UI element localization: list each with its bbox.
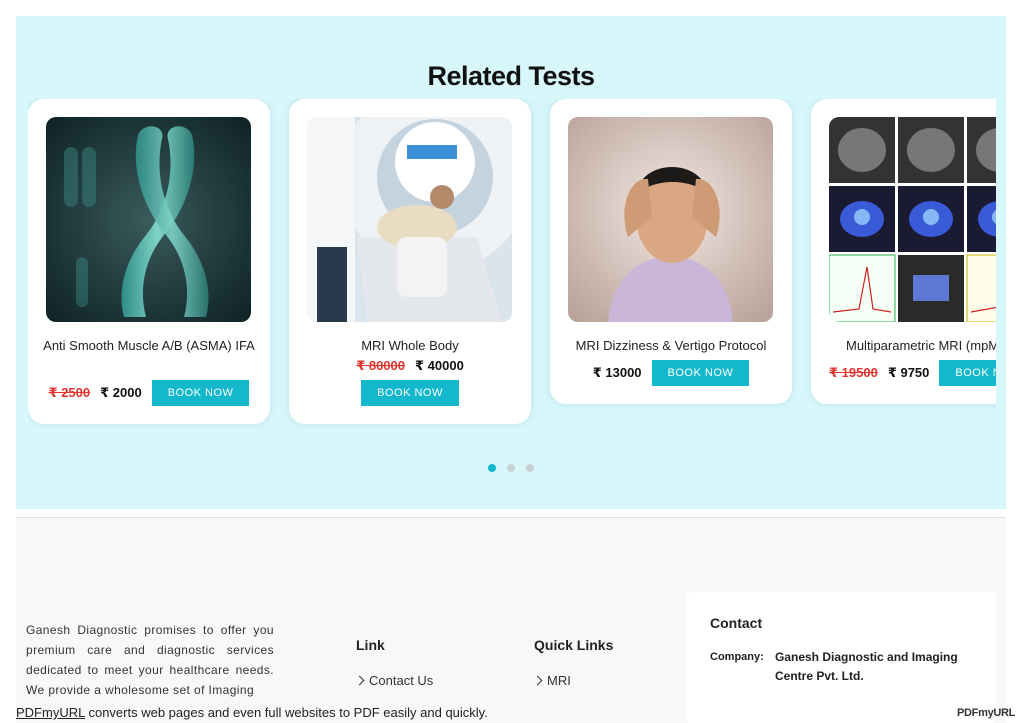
price-row: ₹ 13000 BOOK NOW: [550, 360, 792, 386]
company-name: Ganesh Diagnostic and Imaging Centre Pvt…: [775, 650, 958, 683]
tests-carousel[interactable]: Anti Smooth Muscle A/B (ASMA) IFA ₹ 2500…: [28, 99, 996, 429]
footer-link-contact-us[interactable]: Contact Us: [354, 673, 433, 688]
book-now-button[interactable]: BOOK NOW: [151, 380, 250, 406]
book-now-button[interactable]: BOOK N: [939, 360, 996, 386]
button-row: BOOK NOW: [289, 380, 531, 406]
section-title: Related Tests: [427, 61, 595, 91]
book-now-button[interactable]: BOOK NOW: [361, 380, 459, 406]
carousel-pagination: [16, 464, 1006, 472]
pagination-dot-1[interactable]: [488, 464, 496, 472]
footer-link-label[interactable]: Contact Us: [369, 673, 433, 688]
original-price: ₹ 19500: [829, 365, 878, 380]
chevron-right-icon: [532, 675, 543, 686]
site-footer: Ganesh Diagnostic promises to offer you …: [16, 517, 1006, 723]
book-now-button[interactable]: BOOK NOW: [651, 360, 750, 386]
contact-box: Contact Company: Ganesh Diagnostic and I…: [686, 592, 996, 723]
pdf-banner-text: converts web pages and even full website…: [84, 705, 488, 720]
discounted-price: ₹ 40000: [415, 358, 464, 373]
headache-man-image[interactable]: [568, 117, 773, 322]
footer-link-label[interactable]: MRI: [547, 673, 571, 688]
pagination-dot-2[interactable]: [507, 464, 515, 472]
footer-link-heading: Link: [356, 637, 385, 653]
test-name[interactable]: MRI Whole Body: [299, 335, 521, 356]
price-row: ₹ 2500 ₹ 2000 BOOK NOW: [28, 380, 270, 406]
chromosome-image[interactable]: [46, 117, 251, 322]
pdf-banner: PDFmyURL converts web pages and even ful…: [16, 705, 488, 720]
mri-scanner-image[interactable]: [307, 117, 512, 322]
original-price: ₹ 2500: [48, 385, 91, 400]
discounted-price: ₹ 9750: [887, 365, 930, 380]
related-tests-section: Related Tests Anti Smooth Muscle A/B (AS…: [16, 16, 1006, 509]
footer-link-mri[interactable]: MRI: [532, 673, 571, 688]
price-row: ₹ 80000 ₹ 40000: [289, 358, 531, 374]
footer-quick-links-heading: Quick Links: [534, 637, 614, 653]
test-name[interactable]: Multiparametric MRI (mpM: [846, 335, 996, 356]
test-name[interactable]: Anti Smooth Muscle A/B (ASMA) IFA: [38, 335, 260, 356]
footer-about-text: Ganesh Diagnostic promises to offer you …: [26, 623, 274, 697]
pdfmyurl-link[interactable]: PDFmyURL: [16, 705, 85, 720]
chevron-right-icon: [354, 675, 365, 686]
price-row: ₹ 19500 ₹ 9750 BOOK N: [829, 360, 996, 386]
discounted-price: ₹ 13000: [592, 365, 642, 380]
test-card[interactable]: Anti Smooth Muscle A/B (ASMA) IFA ₹ 2500…: [28, 99, 270, 424]
pdfmyurl-logo[interactable]: PDFmyURL: [957, 707, 1015, 719]
original-price: ₹ 80000: [356, 358, 405, 373]
test-card[interactable]: Multiparametric MRI (mpM ₹ 19500 ₹ 9750 …: [811, 99, 996, 404]
discounted-price: ₹ 2000: [100, 385, 142, 400]
test-card[interactable]: MRI Whole Body ₹ 80000 ₹ 40000 BOOK NOW: [289, 99, 531, 424]
test-card[interactable]: MRI Dizziness & Vertigo Protocol ₹ 13000…: [550, 99, 792, 404]
pagination-dot-3[interactable]: [526, 464, 534, 472]
company-label: Company:: [710, 651, 764, 663]
test-name[interactable]: MRI Dizziness & Vertigo Protocol: [560, 335, 782, 356]
mri-scans-grid-image[interactable]: [829, 117, 996, 322]
contact-heading: Contact: [710, 615, 763, 631]
